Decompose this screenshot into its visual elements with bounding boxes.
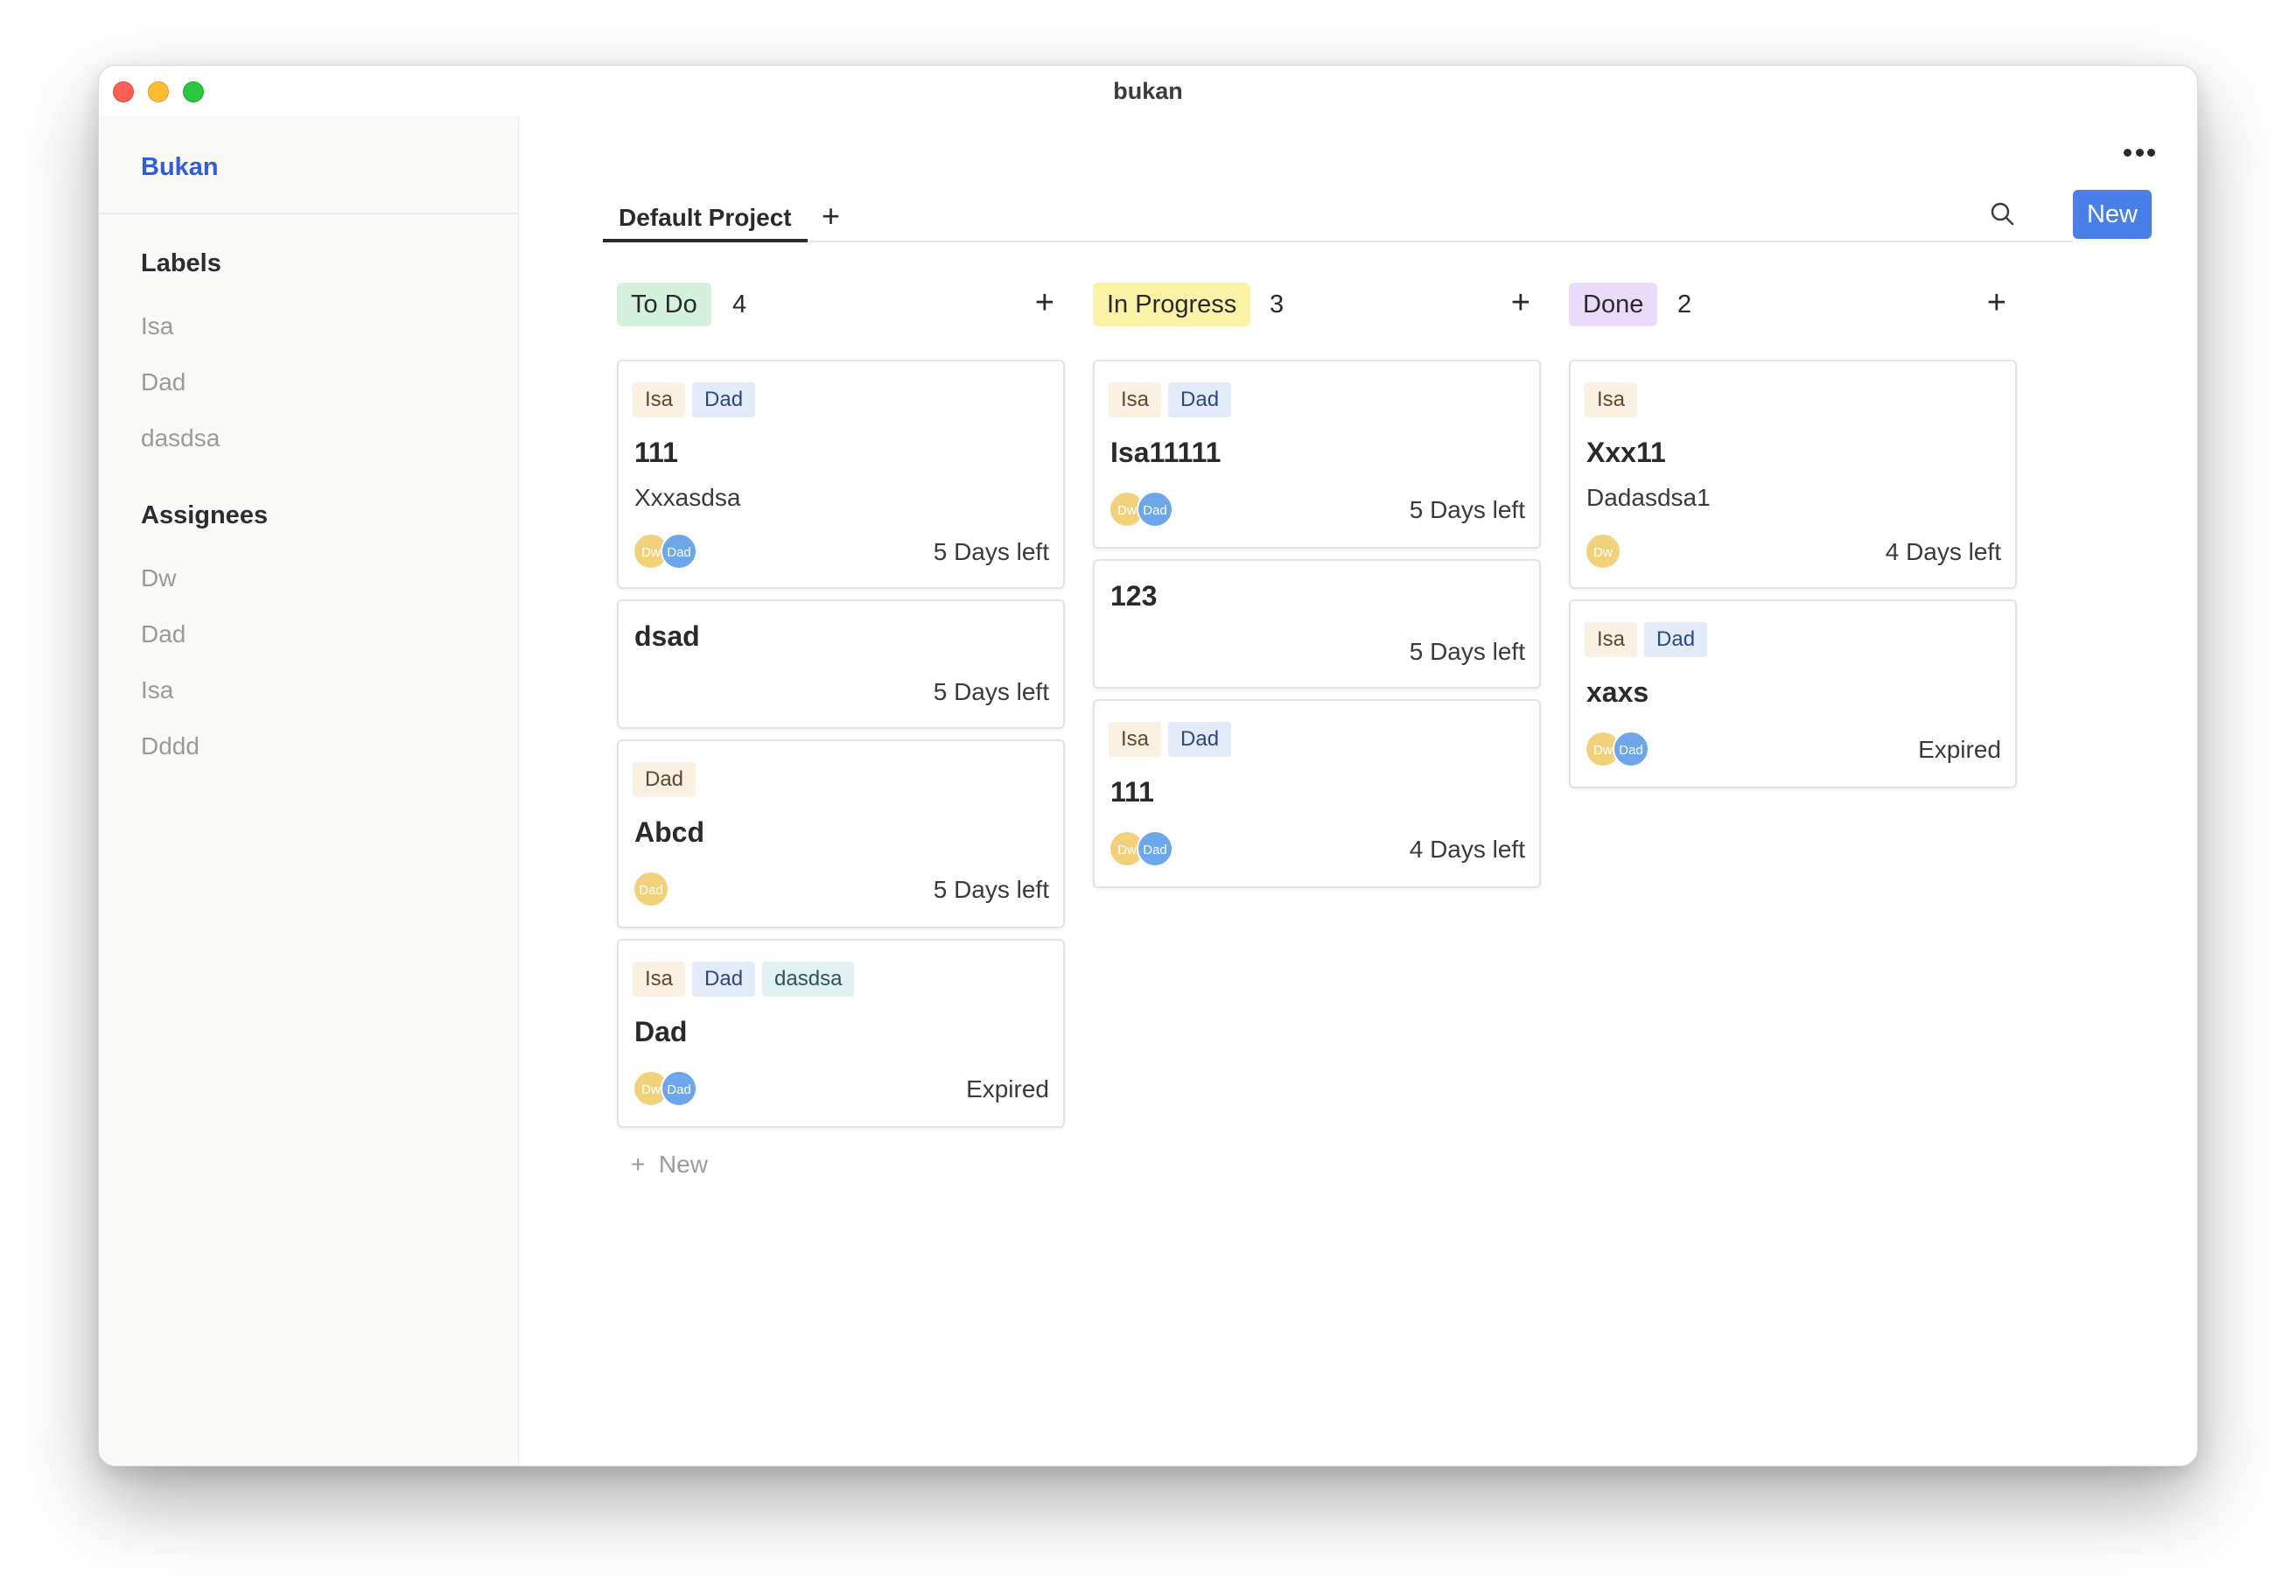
card-title: Xxx11 <box>1586 437 1666 468</box>
app-window: bukan Bukan Labels Isa Dad dasdsa Assign… <box>98 65 2198 1466</box>
column-todo: To Do 4 + Isa Dad 111 Xxxasdsa Dw Dad 5 … <box>617 283 1065 1178</box>
card[interactable]: dsad 5 Days left <box>617 599 1065 729</box>
column-header: To Do 4 + <box>617 283 1065 326</box>
card[interactable]: 123 5 Days left <box>1093 559 1541 689</box>
tag-dad: Dad <box>692 962 756 997</box>
tag-dad: Dad <box>1644 622 1708 657</box>
tab-default-project[interactable]: Default Project <box>603 199 808 242</box>
new-button[interactable]: New <box>2073 190 2152 239</box>
tag-isa: Isa <box>1585 382 1638 417</box>
assignees-heading: Assignees <box>141 501 269 529</box>
tag-isa: Isa <box>1109 382 1162 417</box>
sidebar-label-dasdsa[interactable]: dasdsa <box>141 424 220 452</box>
card-title: Dad <box>634 1016 688 1047</box>
card[interactable]: Isa Dad dasdsa Dad Dw Dad Expired <box>617 939 1065 1128</box>
sidebar-assignee-dad[interactable]: Dad <box>141 620 186 648</box>
card[interactable]: Isa Dad 111 Xxxasdsa Dw Dad 5 Days left <box>617 360 1065 589</box>
card[interactable]: Isa Dad Isa11111 Dw Dad 5 Days left <box>1093 360 1541 549</box>
sidebar: Bukan Labels Isa Dad dasdsa Assignees Dw… <box>99 116 519 1466</box>
card-title: Abcd <box>634 816 704 848</box>
add-card-icon[interactable]: + <box>1035 283 1065 323</box>
sidebar-assignee-isa[interactable]: Isa <box>141 676 173 704</box>
card-description: Xxxasdsa <box>634 484 741 511</box>
sidebar-label-isa[interactable]: Isa <box>141 312 173 340</box>
due-status: Expired <box>966 1075 1049 1102</box>
title-bar: bukan <box>99 66 2197 116</box>
card-title: 111 <box>1110 776 1154 808</box>
column-count: 4 <box>732 290 747 318</box>
avatar: Dad <box>1613 731 1649 767</box>
tag-isa: Isa <box>633 382 686 417</box>
add-card-icon[interactable]: + <box>1511 283 1541 323</box>
column-count: 2 <box>1677 290 1692 318</box>
due-status: 4 Days left <box>1885 538 2001 565</box>
add-card-icon[interactable]: + <box>1987 283 2017 323</box>
tag-dad: Dad <box>692 382 756 417</box>
due-status: 5 Days left <box>933 678 1049 705</box>
avatar: Dad <box>633 871 669 907</box>
avatar: Dad <box>1137 830 1173 867</box>
card-title: xaxs <box>1586 676 1649 708</box>
tag-dad: Dad <box>1168 382 1232 417</box>
project-tab-bar: Default Project + New <box>603 172 2152 242</box>
add-project-icon[interactable]: + <box>822 199 840 234</box>
sidebar-assignee-dddd[interactable]: Dddd <box>141 732 200 760</box>
sidebar-assignee-dw[interactable]: Dw <box>141 564 176 592</box>
window-title: bukan <box>1113 78 1183 104</box>
column-title: To Do <box>617 283 711 326</box>
tag-isa: Isa <box>1109 722 1162 757</box>
avatar: Dad <box>1137 491 1173 528</box>
card[interactable]: Dad Abcd Dad 5 Days left <box>617 739 1065 928</box>
card-title: dsad <box>634 620 700 652</box>
avatar: Dw <box>1585 533 1621 570</box>
due-status: 5 Days left <box>1409 496 1525 523</box>
add-new-card-button[interactable]: + New <box>631 1151 708 1179</box>
due-status: 5 Days left <box>933 876 1049 903</box>
add-new-label: New <box>658 1151 708 1178</box>
column-header: Done 2 + <box>1569 283 2017 326</box>
card-title: Isa11111 <box>1110 437 1222 468</box>
card-title: 123 <box>1110 580 1158 612</box>
column-title: In Progress <box>1093 283 1251 326</box>
due-status: 5 Days left <box>933 538 1049 565</box>
main-area: Default Project + New To Do 4 + Isa Dad … <box>519 116 2197 1466</box>
column-done: Done 2 + Isa Xxx11 Dadasdsa1 Dw 4 Days l… <box>1569 283 2017 788</box>
tag-dad: Dad <box>633 762 696 797</box>
divider <box>99 213 518 214</box>
card[interactable]: Isa Dad 111 Dw Dad 4 Days left <box>1093 699 1541 888</box>
due-status: Expired <box>1918 736 2001 763</box>
column-title: Done <box>1569 283 1658 326</box>
card-description: Dadasdsa1 <box>1586 484 1711 511</box>
card[interactable]: Isa Xxx11 Dadasdsa1 Dw 4 Days left <box>1569 360 2017 589</box>
column-in-progress: In Progress 3 + Isa Dad Isa11111 Dw Dad … <box>1093 283 1541 888</box>
card[interactable]: Isa Dad xaxs Dw Dad Expired <box>1569 599 2017 788</box>
due-status: 5 Days left <box>1409 638 1525 665</box>
due-status: 4 Days left <box>1409 836 1525 863</box>
column-header: In Progress 3 + <box>1093 283 1541 326</box>
brand-link[interactable]: Bukan <box>141 153 219 182</box>
labels-heading: Labels <box>141 249 221 277</box>
more-options-icon[interactable] <box>2118 141 2160 164</box>
search-icon[interactable] <box>1989 200 2015 227</box>
tag-dasdsa: dasdsa <box>762 962 855 997</box>
plus-icon: + <box>631 1151 659 1178</box>
tag-isa: Isa <box>633 962 686 997</box>
sidebar-label-dad[interactable]: Dad <box>141 368 186 396</box>
tag-dad: Dad <box>1168 722 1232 757</box>
column-count: 3 <box>1270 290 1284 318</box>
avatar: Dad <box>661 533 697 570</box>
avatar: Dad <box>661 1070 697 1107</box>
card-title: 111 <box>634 437 678 468</box>
tag-isa: Isa <box>1585 622 1638 657</box>
